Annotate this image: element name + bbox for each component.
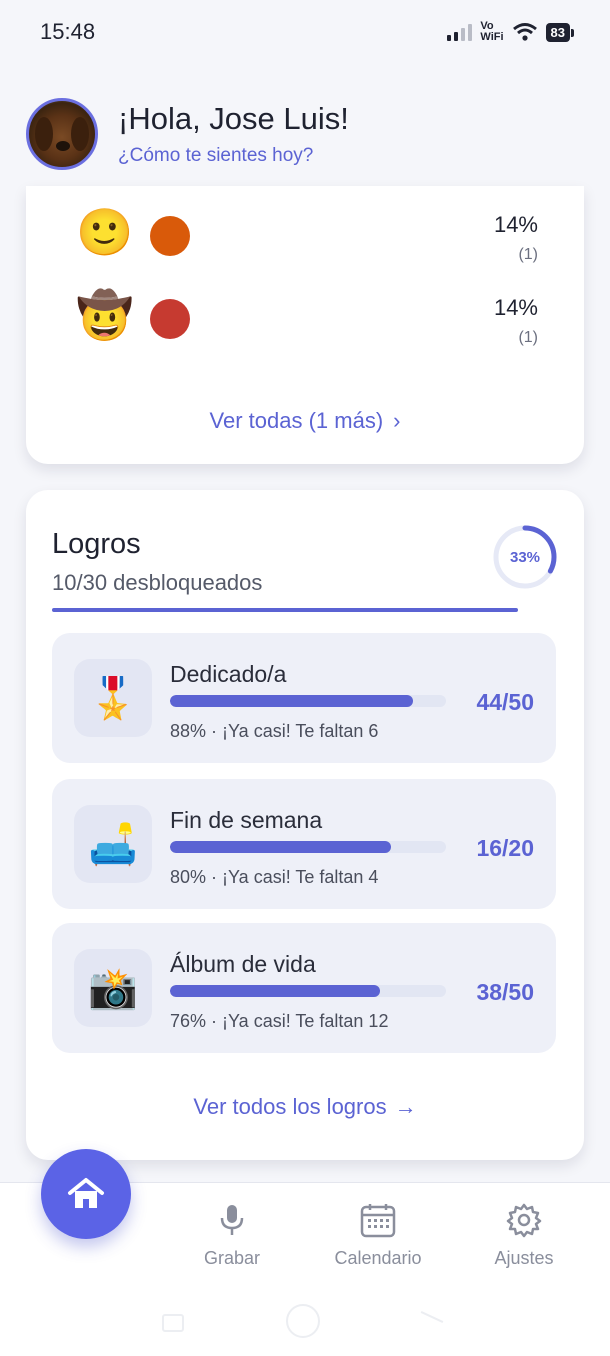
gear-icon	[464, 1200, 584, 1240]
battery-icon: 83	[545, 22, 575, 42]
avatar[interactable]	[26, 98, 98, 170]
achievement-item[interactable]: 📸 Álbum de vida 76% · ¡Ya casi! Te falta…	[52, 923, 556, 1053]
greeting-title: ¡Hola, Jose Luis!	[118, 101, 349, 136]
achievement-progress-bar	[170, 841, 446, 853]
see-all-achievements-link[interactable]: Ver todos los logros →	[26, 1094, 584, 1120]
achievement-item[interactable]: 🛋️ Fin de semana 80% · ¡Ya casi! Te falt…	[52, 779, 556, 909]
achievement-progress-fill	[170, 695, 413, 707]
mood-row: 🙂 14% (1)	[76, 198, 538, 263]
cowboy-face-icon: 🤠	[76, 289, 134, 341]
achievements-progress-ring: 33%	[492, 524, 558, 590]
achievement-name: Dedicado/a	[170, 661, 287, 687]
achievement-name: Álbum de vida	[170, 951, 316, 977]
back-icon[interactable]	[420, 1311, 444, 1323]
home-button[interactable]	[41, 1149, 131, 1239]
couch-icon: 🛋️	[74, 805, 152, 883]
header: ¡Hola, Jose Luis! ¿Cómo te sientes hoy?	[26, 96, 586, 172]
system-home-icon[interactable]	[286, 1304, 320, 1338]
mood-count: (1)	[518, 246, 538, 263]
status-time: 15:48	[40, 19, 96, 44]
system-nav-bar	[0, 1292, 610, 1356]
recent-apps-icon[interactable]	[162, 1314, 184, 1332]
status-icons: Vo WiFi 83	[447, 21, 575, 43]
camera-icon: 📸	[74, 949, 152, 1027]
achievement-score: 16/20	[476, 835, 534, 861]
slightly-smiling-face-icon: 🙂	[76, 206, 134, 258]
mood-row: 🤠 14% (1)	[76, 281, 538, 346]
mood-color-dot	[150, 299, 190, 339]
achievement-progress-fill	[170, 985, 380, 997]
achievement-meta: 80% · ¡Ya casi! Te faltan 4	[170, 867, 379, 887]
achievement-meta: 76% · ¡Ya casi! Te faltan 12	[170, 1011, 389, 1031]
chevron-right-icon: ›	[393, 408, 401, 433]
vowifi-bottom-label: WiFi	[480, 31, 504, 43]
nav-label: Grabar	[203, 1248, 261, 1268]
mood-percent: 14%	[493, 212, 538, 237]
mood-color-dot	[150, 216, 190, 256]
nav-item-calendario[interactable]: Calendario	[318, 1200, 438, 1269]
home-icon	[68, 1178, 104, 1208]
wifi-icon	[512, 22, 538, 42]
signal-icon	[447, 23, 473, 41]
vowifi-icon: Vo WiFi	[480, 21, 503, 43]
achievement-progress-bar	[170, 985, 446, 997]
achievement-score: 44/50	[476, 689, 534, 715]
see-all-moods-link[interactable]: Ver todas (1 más) ›	[26, 408, 584, 434]
status-bar: 15:48 Vo WiFi 83	[0, 0, 610, 64]
nav-item-ajustes[interactable]: Ajustes	[464, 1200, 584, 1269]
nav-label: Ajustes	[494, 1248, 554, 1268]
achievement-name: Fin de semana	[170, 807, 323, 833]
calendar-icon	[318, 1200, 438, 1240]
achievements-title: Logros	[52, 528, 141, 560]
microphone-icon	[172, 1200, 292, 1240]
see-all-achievements-label: Ver todos los logros	[193, 1094, 387, 1119]
achievements-card: Logros 10/30 desbloqueados 33% 🎖️ Dedica…	[26, 490, 584, 1160]
greeting-subtitle[interactable]: ¿Cómo te sientes hoy?	[118, 145, 349, 167]
see-all-moods-label: Ver todas (1 más)	[209, 408, 384, 433]
achievement-item[interactable]: 🎖️ Dedicado/a 88% · ¡Ya casi! Te faltan …	[52, 633, 556, 763]
achievements-divider	[52, 608, 518, 612]
mood-distribution-card: 🙂 14% (1) 🤠 14% (1) Ver todas (1 más) ›	[26, 186, 584, 464]
achievement-meta: 88% · ¡Ya casi! Te faltan 6	[170, 721, 379, 741]
medal-icon: 🎖️	[74, 659, 152, 737]
achievement-score: 38/50	[476, 979, 534, 1005]
arrow-right-icon: →	[394, 1094, 417, 1119]
achievement-progress-fill	[170, 841, 391, 853]
achievement-progress-bar	[170, 695, 446, 707]
mood-count: (1)	[518, 329, 538, 346]
mood-percent: 14%	[493, 295, 538, 320]
achievements-progress-label: 33%	[509, 548, 541, 566]
greeting-block: ¡Hola, Jose Luis! ¿Cómo te sientes hoy?	[118, 101, 349, 167]
nav-label: Calendario	[334, 1248, 422, 1268]
nav-item-grabar[interactable]: Grabar	[172, 1200, 292, 1269]
achievements-subtitle: 10/30 desbloqueados	[52, 570, 263, 595]
